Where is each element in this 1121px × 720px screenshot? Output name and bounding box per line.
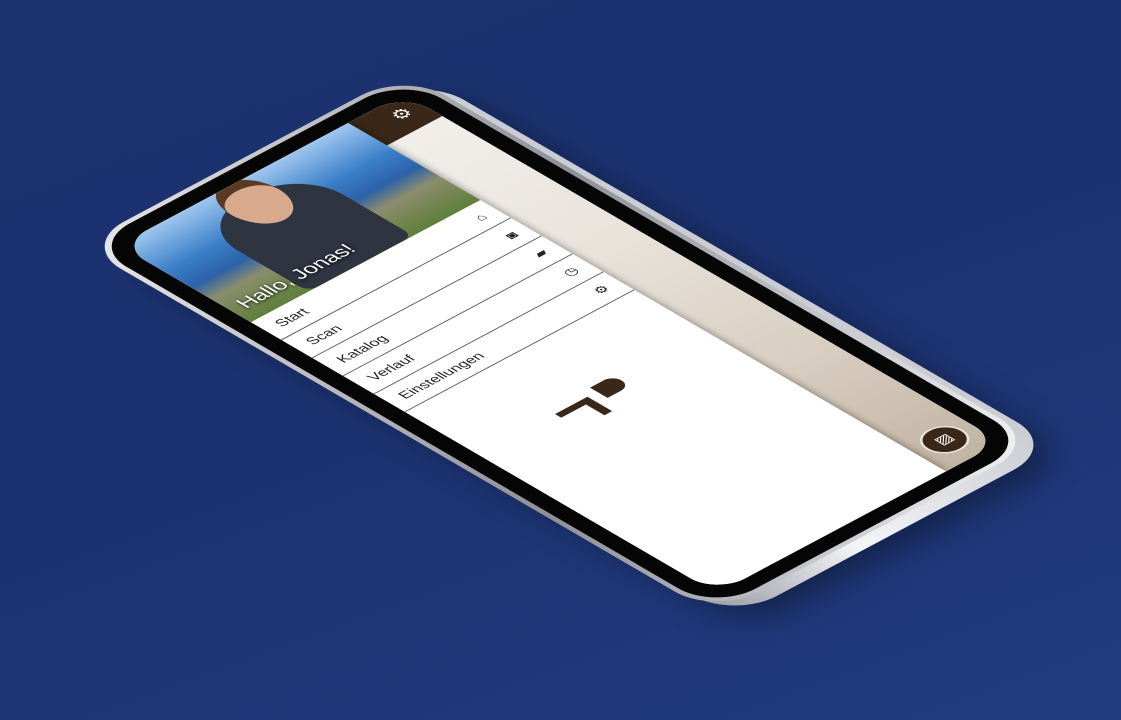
shopping-bag-icon: ▰ <box>528 246 552 260</box>
home-icon: ⌂ <box>469 211 491 223</box>
menu-item-label: Start <box>270 305 313 329</box>
gallery-icon: ▨ <box>929 431 959 448</box>
phone-screen: ⚙ ▨ Hallo, Jonas! Start ⌂ Scan ◙ Katalog ▰ … <box>118 93 1002 594</box>
settings-gear-icon[interactable]: ⚙ <box>385 105 419 124</box>
camera-icon: ◙ <box>500 229 522 241</box>
app-logo <box>554 378 626 418</box>
clock-icon: ◷ <box>558 264 583 279</box>
phone-frame: ⚙ ▨ Hallo, Jonas! Start ⌂ Scan ◙ Katalog ▰ … <box>80 71 1041 616</box>
phone-mockup: ⚙ ▨ Hallo, Jonas! Start ⌂ Scan ◙ Katalog ▰ … <box>80 71 1059 620</box>
gear-icon: ⚙ <box>589 282 614 297</box>
